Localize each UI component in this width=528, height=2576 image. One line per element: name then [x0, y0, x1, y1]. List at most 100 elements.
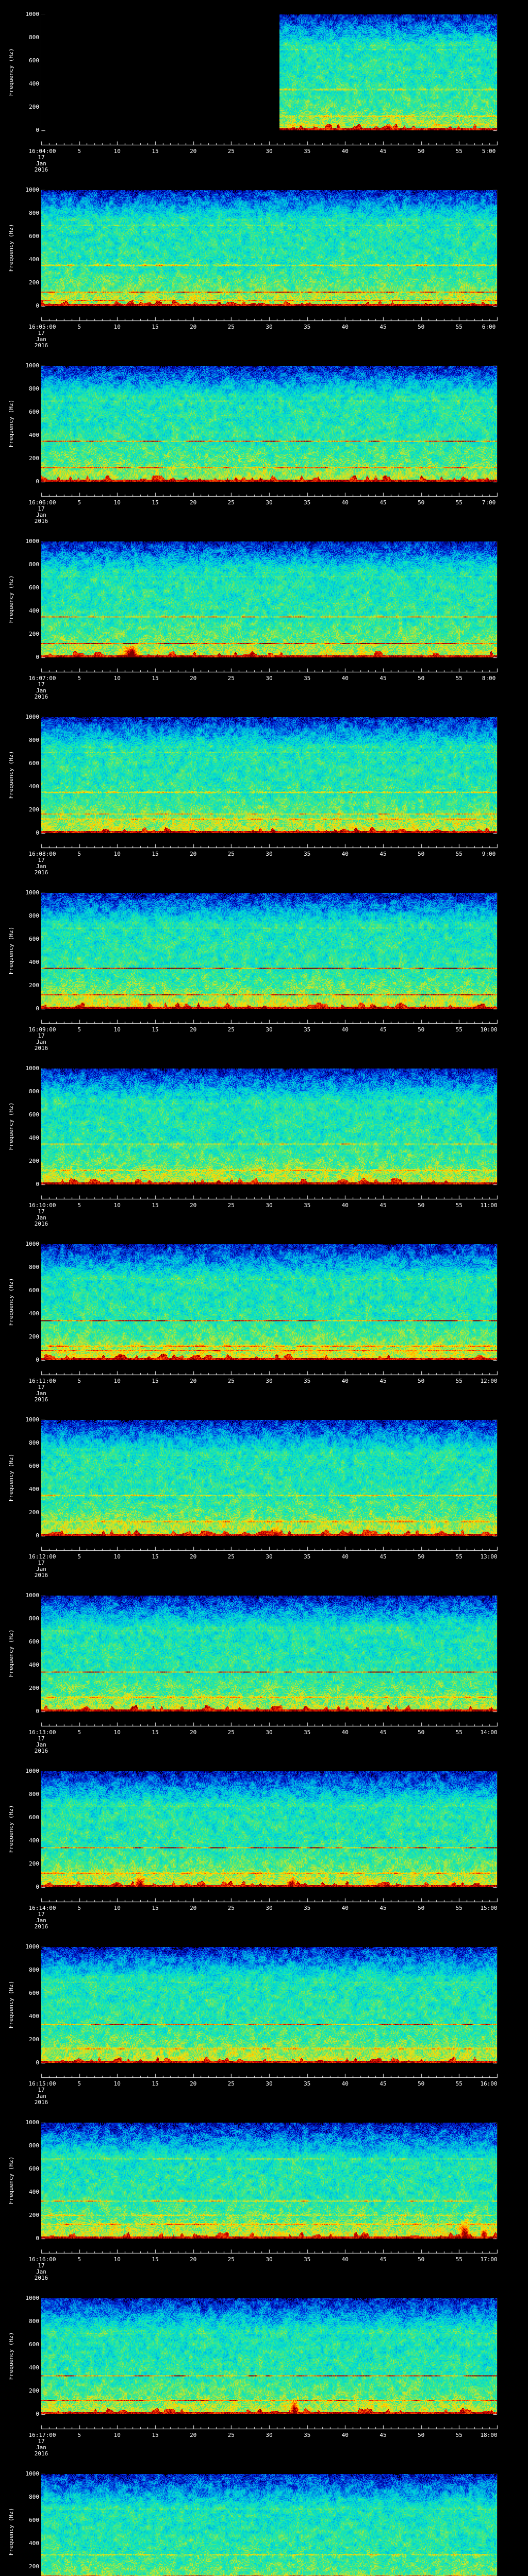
y-tick-label-0: 0 [36, 1884, 39, 1890]
x-tick-label: 50 [418, 2256, 425, 2263]
x-tick-label: 25 [227, 1202, 235, 1209]
x-tick-label: 50 [418, 1553, 425, 1560]
y-axis-title: Frequency (Hz) [8, 575, 14, 623]
x-tick-label: 35 [304, 1729, 311, 1736]
y-tick-label-800: 800 [29, 385, 39, 392]
y-tick-label-0: 0 [36, 1357, 39, 1363]
x-tick-label: 5 [77, 675, 81, 682]
y-tick-label-200: 200 [29, 1158, 39, 1164]
spectrogram-image [41, 893, 497, 1009]
x-tick-label: 5 [77, 2432, 81, 2438]
y-tick-label-0: 0 [36, 2235, 39, 2242]
x-tick-label: 30 [266, 1905, 273, 1911]
x-tick-label: 45 [380, 851, 387, 857]
y-tick-label-800: 800 [29, 912, 39, 919]
x-tick-label: 35 [304, 2080, 311, 2087]
x-axis-end-time: 7:00 [482, 499, 496, 506]
x-axis-end-time: 8:00 [482, 675, 496, 682]
y-tick-label-600: 600 [29, 1814, 39, 1821]
x-tick-label: 30 [266, 148, 273, 155]
x-axis-end-time: 13:00 [480, 1553, 498, 1560]
x-tick-label: 25 [227, 1729, 235, 1736]
y-tick-label-1000: 1000 [25, 11, 40, 18]
x-tick-label: 20 [190, 1026, 197, 1033]
x-tick-label: 25 [227, 851, 235, 857]
y-tick-label-600: 600 [29, 409, 39, 415]
x-tick-label: 40 [341, 324, 349, 330]
y-tick-label-0: 0 [36, 2411, 39, 2417]
x-axis-end-time: 5:00 [482, 148, 496, 155]
y-tick-label-0: 0 [36, 1532, 39, 1539]
x-tick-label: 15 [152, 499, 159, 506]
x-tick-label: 5 [77, 2080, 81, 2087]
x-tick-label: 50 [418, 1202, 425, 1209]
x-tick-label: 55 [455, 2080, 463, 2087]
spectrogram-panel: Frequency (Hz) 1000 800 600 400 200 0 16… [0, 2295, 528, 2474]
y-tick-label-600: 600 [29, 936, 39, 942]
y-tick-label-0: 0 [36, 1708, 39, 1715]
x-tick-label: 10 [113, 675, 121, 682]
x-tick-label: 55 [455, 1026, 463, 1033]
y-tick-label-800: 800 [29, 1791, 39, 1798]
x-tick-label: 35 [304, 1553, 311, 1560]
y-tick-label-1000: 1000 [25, 1592, 40, 1599]
y-axis-title: Frequency (Hz) [8, 2507, 14, 2556]
y-tick-label-400: 400 [29, 2364, 39, 2371]
x-tick-label: 5 [77, 1026, 81, 1033]
spectrogram-image [41, 1596, 497, 1711]
x-tick-label: 10 [113, 1729, 121, 1736]
x-tick-label: 30 [266, 2080, 273, 2087]
x-tick-label: 55 [455, 675, 463, 682]
date-year: 2016 [34, 869, 48, 876]
spectrogram-panel: Frequency (Hz) 1000 800 600 400 200 0 16… [0, 187, 528, 366]
date-year: 2016 [34, 2275, 48, 2281]
x-axis-end-time: 14:00 [480, 1729, 498, 1736]
x-tick-label: 30 [266, 1026, 273, 1033]
x-tick-label: 45 [380, 1378, 387, 1384]
x-tick-label: 5 [77, 2256, 81, 2263]
y-tick-label-600: 600 [29, 2517, 39, 2523]
y-tick-label-400: 400 [29, 959, 39, 965]
date-year: 2016 [34, 1221, 48, 1227]
x-tick-label: 20 [190, 1553, 197, 1560]
y-tick-label-600: 600 [29, 760, 39, 767]
spectrogram-panel: Frequency (Hz) 1000 800 600 400 200 0 16… [0, 714, 528, 893]
spectrogram-image [41, 1069, 497, 1184]
x-tick-label: 10 [113, 1202, 121, 1209]
x-tick-label: 35 [304, 851, 311, 857]
y-tick-label-800: 800 [29, 2318, 39, 2325]
spectrogram-image [41, 1947, 497, 2063]
x-axis-end-time: 16:00 [480, 2080, 498, 2087]
x-tick-label: 40 [341, 1553, 349, 1560]
x-tick-label: 35 [304, 1202, 311, 1209]
x-tick-label: 15 [152, 1729, 159, 1736]
y-tick-label-800: 800 [29, 2142, 39, 2149]
y-tick-label-400: 400 [29, 1837, 39, 1844]
x-tick-label: 30 [266, 1729, 273, 1736]
date-year: 2016 [34, 2099, 48, 2106]
x-tick-label: 45 [380, 2256, 387, 2263]
y-axis-title: Frequency (Hz) [8, 2332, 14, 2380]
y-tick-label-200: 200 [29, 2387, 39, 2394]
x-tick-label: 45 [380, 1729, 387, 1736]
y-tick-label-200: 200 [29, 1509, 39, 1516]
x-tick-label: 10 [113, 1905, 121, 1911]
y-tick-label-200: 200 [29, 455, 39, 462]
spectrogram-panel: Frequency (Hz) 1000 800 600 400 200 0 16… [0, 11, 528, 190]
x-tick-label: 15 [152, 1378, 159, 1384]
y-axis-title: Frequency (Hz) [8, 1278, 14, 1326]
y-tick-label-0: 0 [36, 2059, 39, 2066]
y-tick-label-1000: 1000 [25, 2119, 40, 2126]
spectrogram-panel: Frequency (Hz) 1000 800 600 400 200 0 16… [0, 1417, 528, 1596]
y-tick-label-800: 800 [29, 1615, 39, 1622]
x-tick-label: 15 [152, 1553, 159, 1560]
y-tick-label-200: 200 [29, 279, 39, 286]
x-tick-label: 55 [455, 1729, 463, 1736]
x-tick-label: 20 [190, 1905, 197, 1911]
y-tick-label-0: 0 [36, 302, 39, 309]
x-tick-label: 50 [418, 1026, 425, 1033]
y-tick-label-600: 600 [29, 233, 39, 240]
spectrogram-panel: Frequency (Hz) 1000 800 600 400 200 0 16… [0, 1065, 528, 1244]
x-tick-label: 5 [77, 1905, 81, 1911]
x-tick-label: 10 [113, 324, 121, 330]
